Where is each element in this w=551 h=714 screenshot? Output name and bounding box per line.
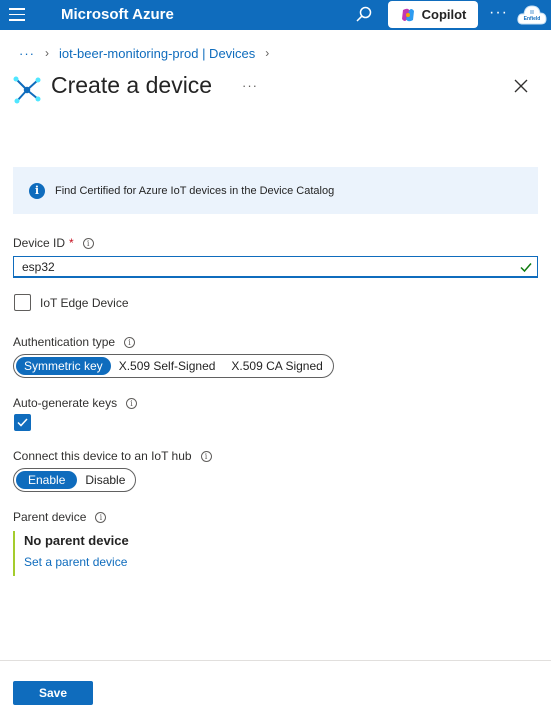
auth-option-symmetric-key[interactable]: Symmetric key xyxy=(16,357,111,375)
info-icon: i xyxy=(29,182,45,199)
set-parent-device-link[interactable]: Set a parent device xyxy=(24,555,127,569)
hamburger-menu-icon[interactable] xyxy=(9,8,25,21)
device-id-input[interactable] xyxy=(14,257,537,276)
title-more-options[interactable]: ··· xyxy=(242,78,258,93)
parent-device-value: No parent device xyxy=(24,533,129,548)
parent-device-label-text: Parent device xyxy=(13,510,87,524)
info-tooltip-icon[interactable]: i xyxy=(124,336,136,348)
copilot-label: Copilot xyxy=(421,7,467,22)
footer-divider xyxy=(0,660,551,661)
save-button[interactable]: Save xyxy=(13,681,93,705)
connect-option-disable[interactable]: Disable xyxy=(77,471,133,489)
close-icon[interactable] xyxy=(513,78,529,94)
auth-type-toggle: Symmetric key X.509 Self-Signed X.509 CA… xyxy=(13,354,334,378)
account-avatar-label: Enfield xyxy=(523,16,541,22)
auth-option-x509-self-signed[interactable]: X.509 Self-Signed xyxy=(111,357,224,375)
breadcrumb-overflow[interactable]: ··· xyxy=(19,46,35,61)
device-id-label: Device ID * i xyxy=(13,236,94,250)
required-mark: * xyxy=(69,236,74,250)
device-id-field[interactable] xyxy=(13,256,538,278)
valid-check-icon xyxy=(520,263,532,273)
brand-title[interactable]: Microsoft Azure xyxy=(61,6,174,23)
info-banner-text: Find Certified for Azure IoT devices in … xyxy=(55,184,335,197)
auth-option-x509-ca-signed[interactable]: X.509 CA Signed xyxy=(223,357,330,375)
iot-edge-checkbox[interactable] xyxy=(14,294,31,311)
info-banner: i Find Certified for Azure IoT devices i… xyxy=(13,167,538,214)
info-tooltip-icon[interactable]: i xyxy=(82,237,94,249)
connect-hub-label-text: Connect this device to an IoT hub xyxy=(13,449,192,463)
info-tooltip-icon[interactable]: i xyxy=(95,511,107,523)
search-icon[interactable] xyxy=(352,3,376,27)
chevron-right-icon: › xyxy=(45,46,49,60)
auth-type-label-text: Authentication type xyxy=(13,335,116,349)
checkmark-icon xyxy=(17,418,28,427)
top-bar: Microsoft Azure Copilot ··· Enfield xyxy=(0,0,551,30)
parent-device-box: No parent device Set a parent device xyxy=(13,531,213,576)
account-avatar-icon[interactable] xyxy=(516,2,548,28)
auth-type-label: Authentication type i xyxy=(13,335,136,349)
page-title: Create a device xyxy=(51,72,213,98)
info-tooltip-icon[interactable]: i xyxy=(200,450,212,462)
copilot-button[interactable]: Copilot xyxy=(388,1,478,28)
iot-edge-label: IoT Edge Device xyxy=(40,296,129,310)
connect-option-enable[interactable]: Enable xyxy=(16,471,78,489)
breadcrumb-item-devices[interactable]: iot-beer-monitoring-prod | Devices xyxy=(59,46,255,61)
chevron-right-icon: › xyxy=(265,46,270,60)
connect-hub-label: Connect this device to an IoT hub i xyxy=(13,449,212,463)
auto-generate-label-text: Auto-generate keys xyxy=(13,396,118,410)
breadcrumb: ··· › iot-beer-monitoring-prod | Devices… xyxy=(19,44,279,62)
info-tooltip-icon[interactable]: i xyxy=(126,397,138,409)
auto-generate-label: Auto-generate keys i xyxy=(13,396,138,410)
device-id-label-text: Device ID xyxy=(13,236,66,250)
copilot-logo-icon xyxy=(401,8,414,21)
more-options-icon[interactable]: ··· xyxy=(489,4,508,22)
connect-hub-toggle: Enable Disable xyxy=(13,468,137,492)
parent-device-label: Parent device i xyxy=(13,510,107,524)
iot-hub-device-icon xyxy=(13,76,41,104)
auto-generate-checkbox[interactable] xyxy=(14,414,31,431)
